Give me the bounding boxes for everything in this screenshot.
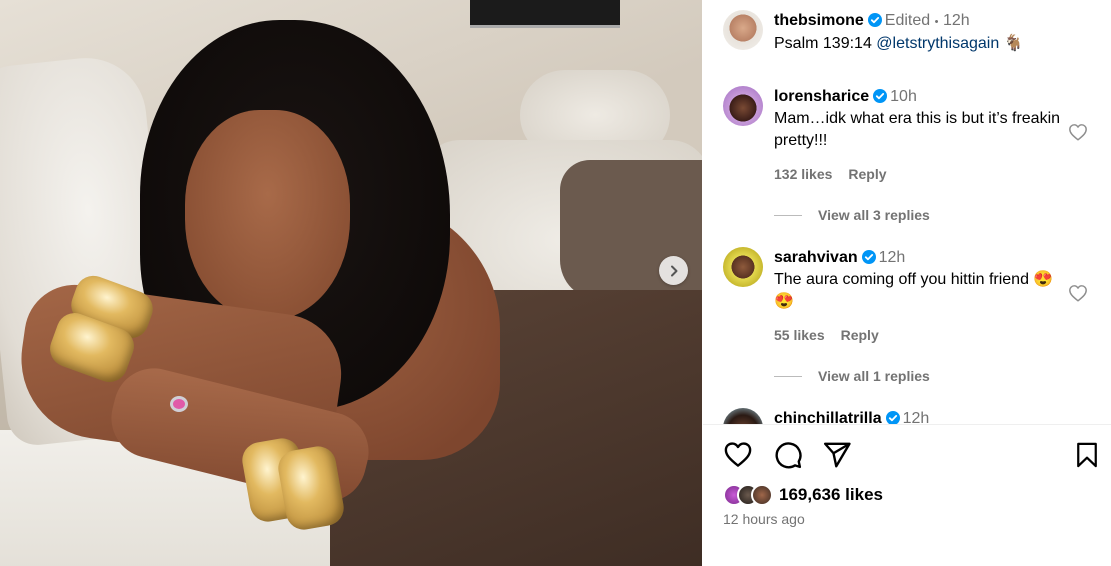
caption-emoji: 🐐 — [1003, 35, 1024, 52]
verified-badge-icon — [873, 89, 888, 103]
post-timestamp[interactable]: 12 hours ago — [723, 511, 805, 527]
verified-badge-icon — [885, 411, 900, 424]
comments-list[interactable]: thebsimone Edited • 12h Psalm 139:14 @let… — [703, 0, 1111, 424]
likes-summary[interactable]: 169,636 likes — [723, 482, 883, 508]
avatar[interactable] — [723, 10, 763, 50]
comment-time[interactable]: 12h — [879, 249, 906, 266]
avatar[interactable] — [723, 86, 763, 126]
likes-count[interactable]: 169,636 likes — [779, 485, 883, 505]
view-replies-button[interactable]: View all 1 replies — [774, 368, 930, 384]
share-icon[interactable] — [822, 440, 852, 470]
comment-text: Mam…idk what era this is but it’s freaki… — [774, 110, 1061, 149]
next-photo-button[interactable] — [659, 256, 688, 285]
comment-icon[interactable] — [773, 440, 803, 470]
verified-badge-icon — [867, 13, 882, 27]
comment-likes[interactable]: 132 likes — [774, 166, 832, 182]
caption-mention[interactable]: @letstrythisagain — [876, 35, 999, 52]
like-comment-heart-icon[interactable] — [1068, 123, 1088, 141]
replies-divider-line — [774, 214, 802, 216]
separator-dot: • — [934, 16, 939, 28]
comment-username[interactable]: lorensharice — [774, 88, 869, 105]
heart-icon[interactable] — [723, 440, 753, 470]
verified-badge-icon — [861, 250, 876, 264]
like-comment-heart-icon[interactable] — [1068, 284, 1088, 302]
post-side-panel: thebsimone Edited • 12h Psalm 139:14 @let… — [703, 0, 1111, 566]
chevron-right-icon — [670, 265, 677, 276]
avatar[interactable] — [723, 408, 763, 424]
view-replies-button[interactable]: View all 3 replies — [774, 207, 930, 223]
reply-button[interactable]: Reply — [848, 166, 886, 182]
comment-username[interactable]: sarahvivan — [774, 249, 858, 266]
comment-text: The aura coming off you hittin friend 😍😍 — [774, 271, 1054, 310]
caption-text: Psalm 139:14 — [774, 35, 872, 52]
comment-username[interactable]: chinchillatrilla — [774, 410, 882, 424]
photo-subject-face — [185, 110, 350, 320]
reply-button[interactable]: Reply — [841, 327, 879, 343]
photo-frame — [470, 0, 620, 28]
view-replies-label: View all 3 replies — [818, 207, 930, 223]
post-time[interactable]: 12h — [943, 12, 970, 29]
comment-time[interactable]: 10h — [890, 88, 917, 105]
liker-avatar — [751, 484, 773, 506]
replies-divider-line — [774, 375, 802, 377]
pink-ring — [170, 396, 188, 412]
bookmark-icon[interactable] — [1073, 440, 1101, 470]
post-photo[interactable] — [0, 0, 702, 566]
comment-likes[interactable]: 55 likes — [774, 327, 825, 343]
comment-time[interactable]: 12h — [903, 410, 930, 424]
author-username[interactable]: thebsimone — [774, 12, 864, 29]
avatar[interactable] — [723, 247, 763, 287]
view-replies-label: View all 1 replies — [818, 368, 930, 384]
edited-label: Edited — [884, 12, 931, 29]
actions-divider — [703, 424, 1111, 425]
post-action-bar — [703, 440, 1111, 474]
